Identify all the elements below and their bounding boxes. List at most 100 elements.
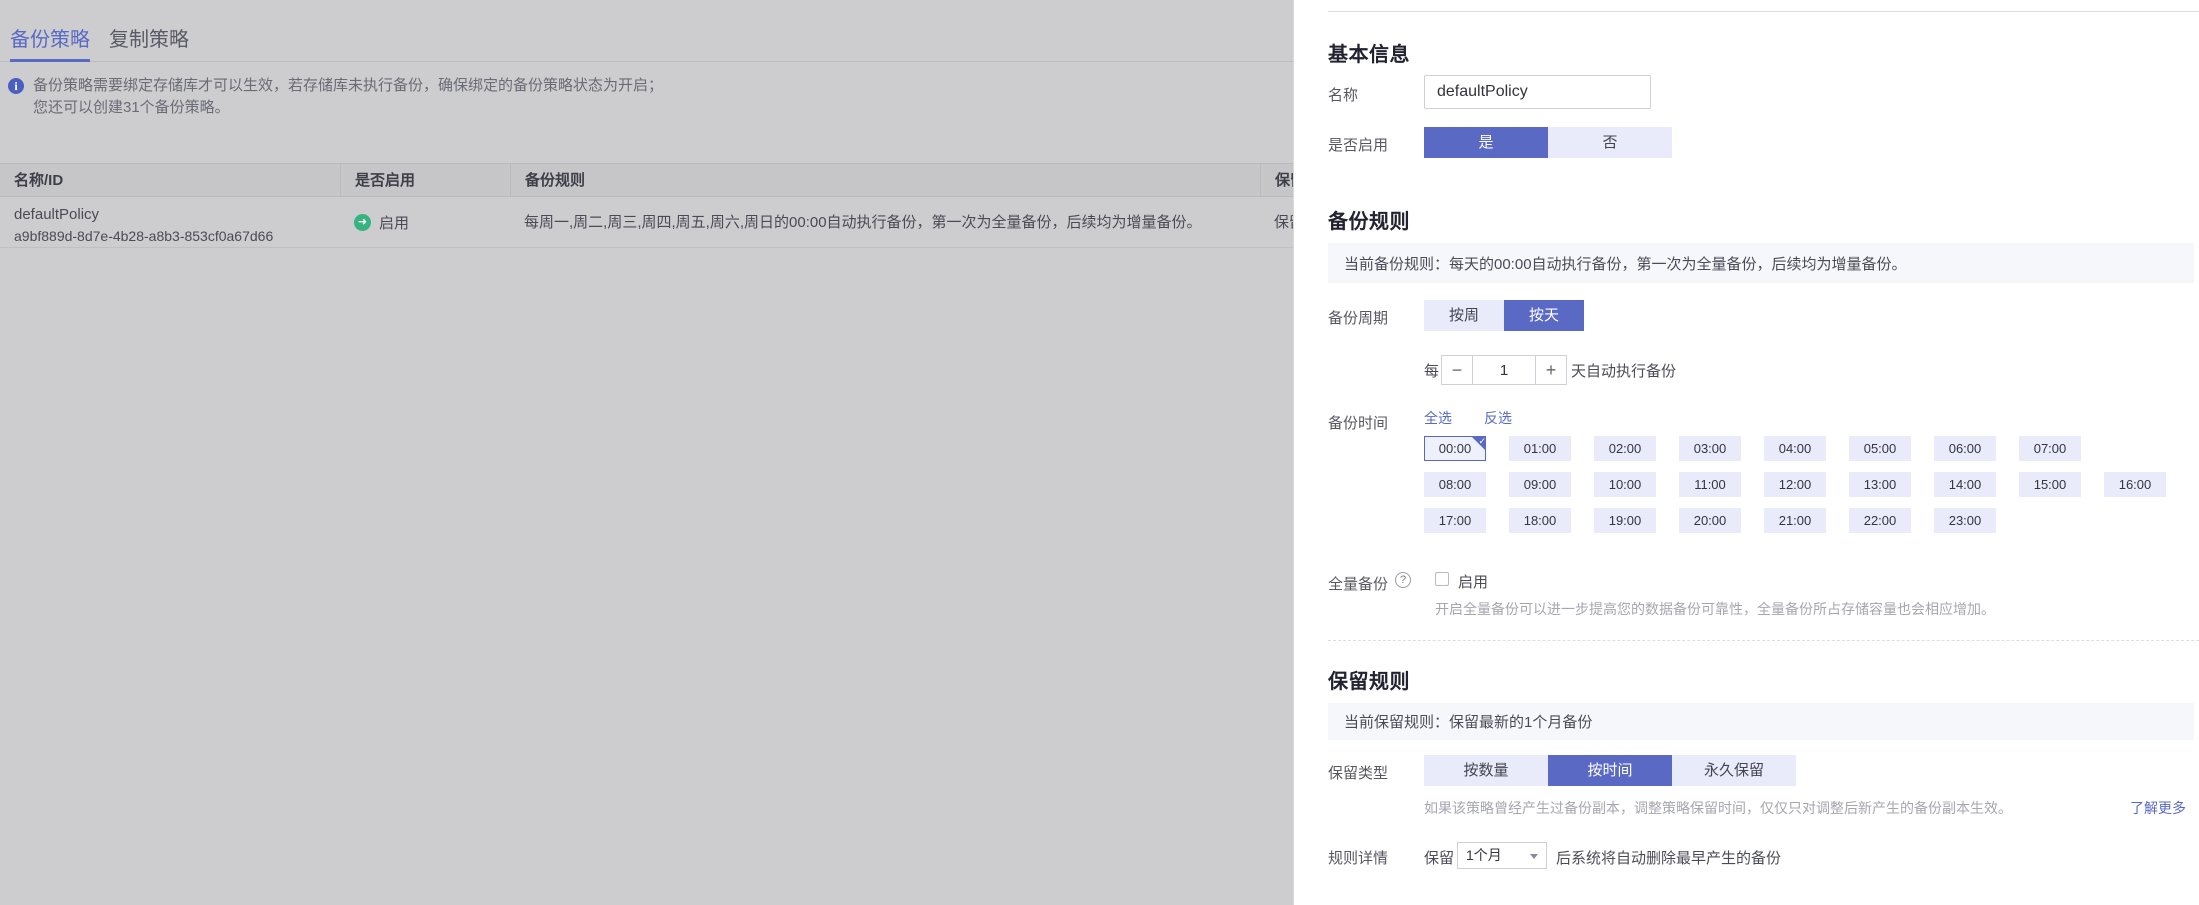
label-rule-detail: 规则详情 [1328,850,1389,867]
time-chip-label: 12:00 [1778,477,1812,492]
time-chip-2200[interactable]: 22:00 [1849,508,1911,533]
cycle-option-weekly[interactable]: 按周 [1424,300,1504,331]
time-chip-1600[interactable]: 16:00 [2104,472,2166,497]
time-chip-label: 07:00 [2033,441,2067,456]
section-title-backup-rule: 备份规则 [1328,211,1410,233]
time-chip-label: 14:00 [1948,477,1982,492]
time-chip-1500[interactable]: 15:00 [2019,472,2081,497]
label-backup-time: 备份时间 [1328,415,1389,432]
cycle-segmented-control: 按周 按天 [1424,300,1584,331]
invert-selection-link[interactable]: 反选 [1484,408,1512,428]
time-chip-0800[interactable]: 08:00 [1424,472,1486,497]
label-full-backup: 全量备份 [1328,576,1389,593]
label-backup-cycle: 备份周期 [1328,310,1389,327]
retention-option-permanent[interactable]: 永久保留 [1672,755,1796,786]
cell-retention: 保留 [1274,214,1293,231]
section-title-basic-info: 基本信息 [1328,44,1410,66]
time-chip-label: 19:00 [1608,513,1642,528]
label-enable: 是否启用 [1328,137,1389,154]
panel-top-divider [1328,11,2199,12]
time-chip-2300[interactable]: 23:00 [1934,508,1996,533]
label-retention-type: 保留类型 [1328,765,1389,782]
time-chip-label: 04:00 [1778,441,1812,456]
time-chip-0000[interactable]: 00:00 [1424,436,1486,461]
time-chip-0500[interactable]: 05:00 [1849,436,1911,461]
time-chip-label: 15:00 [2033,477,2067,492]
stepper-decrement-button[interactable]: − [1441,355,1474,385]
cycle-option-daily[interactable]: 按天 [1504,300,1584,331]
retention-option-by-count[interactable]: 按数量 [1424,755,1548,786]
tab-replication-policy[interactable]: 复制策略 [109,20,189,61]
full-backup-checkbox[interactable] [1435,572,1449,586]
time-chip-0900[interactable]: 09:00 [1509,472,1571,497]
tab-replication-policy-label: 复制策略 [109,29,189,51]
info-alert-line-2: 您还可以创建31个备份策略。 [33,99,230,116]
time-chip-1200[interactable]: 12:00 [1764,472,1826,497]
time-chip-1000[interactable]: 10:00 [1594,472,1656,497]
chevron-down-icon [1530,854,1538,859]
backup-time-chip-grid: 00:00 01:00 02:00 03:00 04:00 05:00 06:00 07:00… [1424,436,2194,541]
time-chip-0200[interactable]: 02:00 [1594,436,1656,461]
info-icon: i [8,78,24,94]
label-name: 名称 [1328,87,1359,104]
enable-option-yes[interactable]: 是 [1424,127,1548,158]
time-chip-1400[interactable]: 14:00 [1934,472,1996,497]
time-chip-1300[interactable]: 13:00 [1849,472,1911,497]
learn-more-link[interactable]: 了解更多 [2130,798,2186,818]
time-chip-label: 01:00 [1523,441,1557,456]
select-all-link[interactable]: 全选 [1424,408,1452,428]
time-chip-2000[interactable]: 20:00 [1679,508,1741,533]
time-chip-1900[interactable]: 19:00 [1594,508,1656,533]
policy-detail-panel: 基本信息 名称 是否启用 是 否 备份规则 当前备份规则：每天的00:00自动执… [1293,0,2199,905]
time-chip-label: 18:00 [1523,513,1557,528]
stepper-prefix-label: 每 [1424,362,1440,380]
cell-policy-id: a9bf889d-8d7e-4b28-a8b3-853cf0a67d66 [14,228,274,244]
time-chip-1700[interactable]: 17:00 [1424,508,1486,533]
time-chip-1800[interactable]: 18:00 [1509,508,1571,533]
full-backup-checkbox-label: 启用 [1458,574,1489,591]
time-chip-label: 16:00 [2118,477,2152,492]
time-chip-0100[interactable]: 01:00 [1509,436,1571,461]
field-row-retention-type: 保留类型 按数量 按时间 永久保留 [1328,755,2188,786]
retention-type-hint: 如果该策略曾经产生过备份副本，调整策略保留时间，仅仅只对调整后新产生的备份副本生… [1424,800,2012,816]
time-chip-0600[interactable]: 06:00 [1934,436,1996,461]
tab-backup-policy-label: 备份策略 [10,29,90,51]
enable-segmented-control: 是 否 [1424,127,1672,158]
background-page: 备份策略 复制策略 i 备份策略需要绑定存储库才可以生效，若存储库未执行备份，确… [0,0,1293,905]
section-title-retention-rule: 保留规则 [1328,671,1410,693]
time-chip-label: 03:00 [1693,441,1727,456]
time-chip-1100[interactable]: 11:00 [1679,472,1741,497]
time-chip-0400[interactable]: 04:00 [1764,436,1826,461]
retention-option-by-time[interactable]: 按时间 [1548,755,1672,786]
stepper-value[interactable]: 1 [1473,355,1536,385]
help-icon[interactable]: ? [1395,572,1411,588]
stepper-increment-button[interactable]: + [1535,355,1568,385]
enable-option-no[interactable]: 否 [1548,127,1672,158]
name-input[interactable] [1424,75,1651,109]
check-icon [1471,436,1486,451]
time-chip-0700[interactable]: 07:00 [2019,436,2081,461]
retention-period-value: 1个月 [1466,847,1502,863]
table-row[interactable]: defaultPolicy a9bf889d-8d7e-4b28-a8b3-85… [0,197,1293,248]
current-retention-rule-note: 当前保留规则：保留最新的1个月备份 [1328,703,2194,740]
cell-enabled-label: 启用 [379,215,410,232]
full-backup-hint: 开启全量备份可以进一步提高您的数据备份可靠性，全量备份所占存储容量也会相应增加。 [1435,601,1995,617]
time-chip-label: 05:00 [1863,441,1897,456]
time-chip-label: 23:00 [1948,513,1982,528]
time-chip-label: 00:00 [1438,441,1472,456]
enabled-arrow-icon [354,214,371,231]
interval-stepper: 每 − 1 + 天自动执行备份 [1424,355,1676,385]
time-chip-0300[interactable]: 03:00 [1679,436,1741,461]
info-alert: i 备份策略需要绑定存储库才可以生效，若存储库未执行备份，确保绑定的备份策略状态… [8,75,1278,119]
tab-bar: 备份策略 复制策略 [0,20,1293,62]
rule-detail-prefix: 保留 [1424,850,1455,867]
retention-period-select[interactable]: 1个月 [1457,842,1547,869]
tab-backup-policy[interactable]: 备份策略 [10,20,90,62]
info-alert-line-1: 备份策略需要绑定存储库才可以生效，若存储库未执行备份，确保绑定的备份策略状态为开… [33,77,664,94]
time-chip-label: 06:00 [1948,441,1982,456]
section-divider [1328,640,2199,641]
time-chip-label: 10:00 [1608,477,1642,492]
time-chip-label: 21:00 [1778,513,1812,528]
time-chip-2100[interactable]: 21:00 [1764,508,1826,533]
time-chip-label: 02:00 [1608,441,1642,456]
